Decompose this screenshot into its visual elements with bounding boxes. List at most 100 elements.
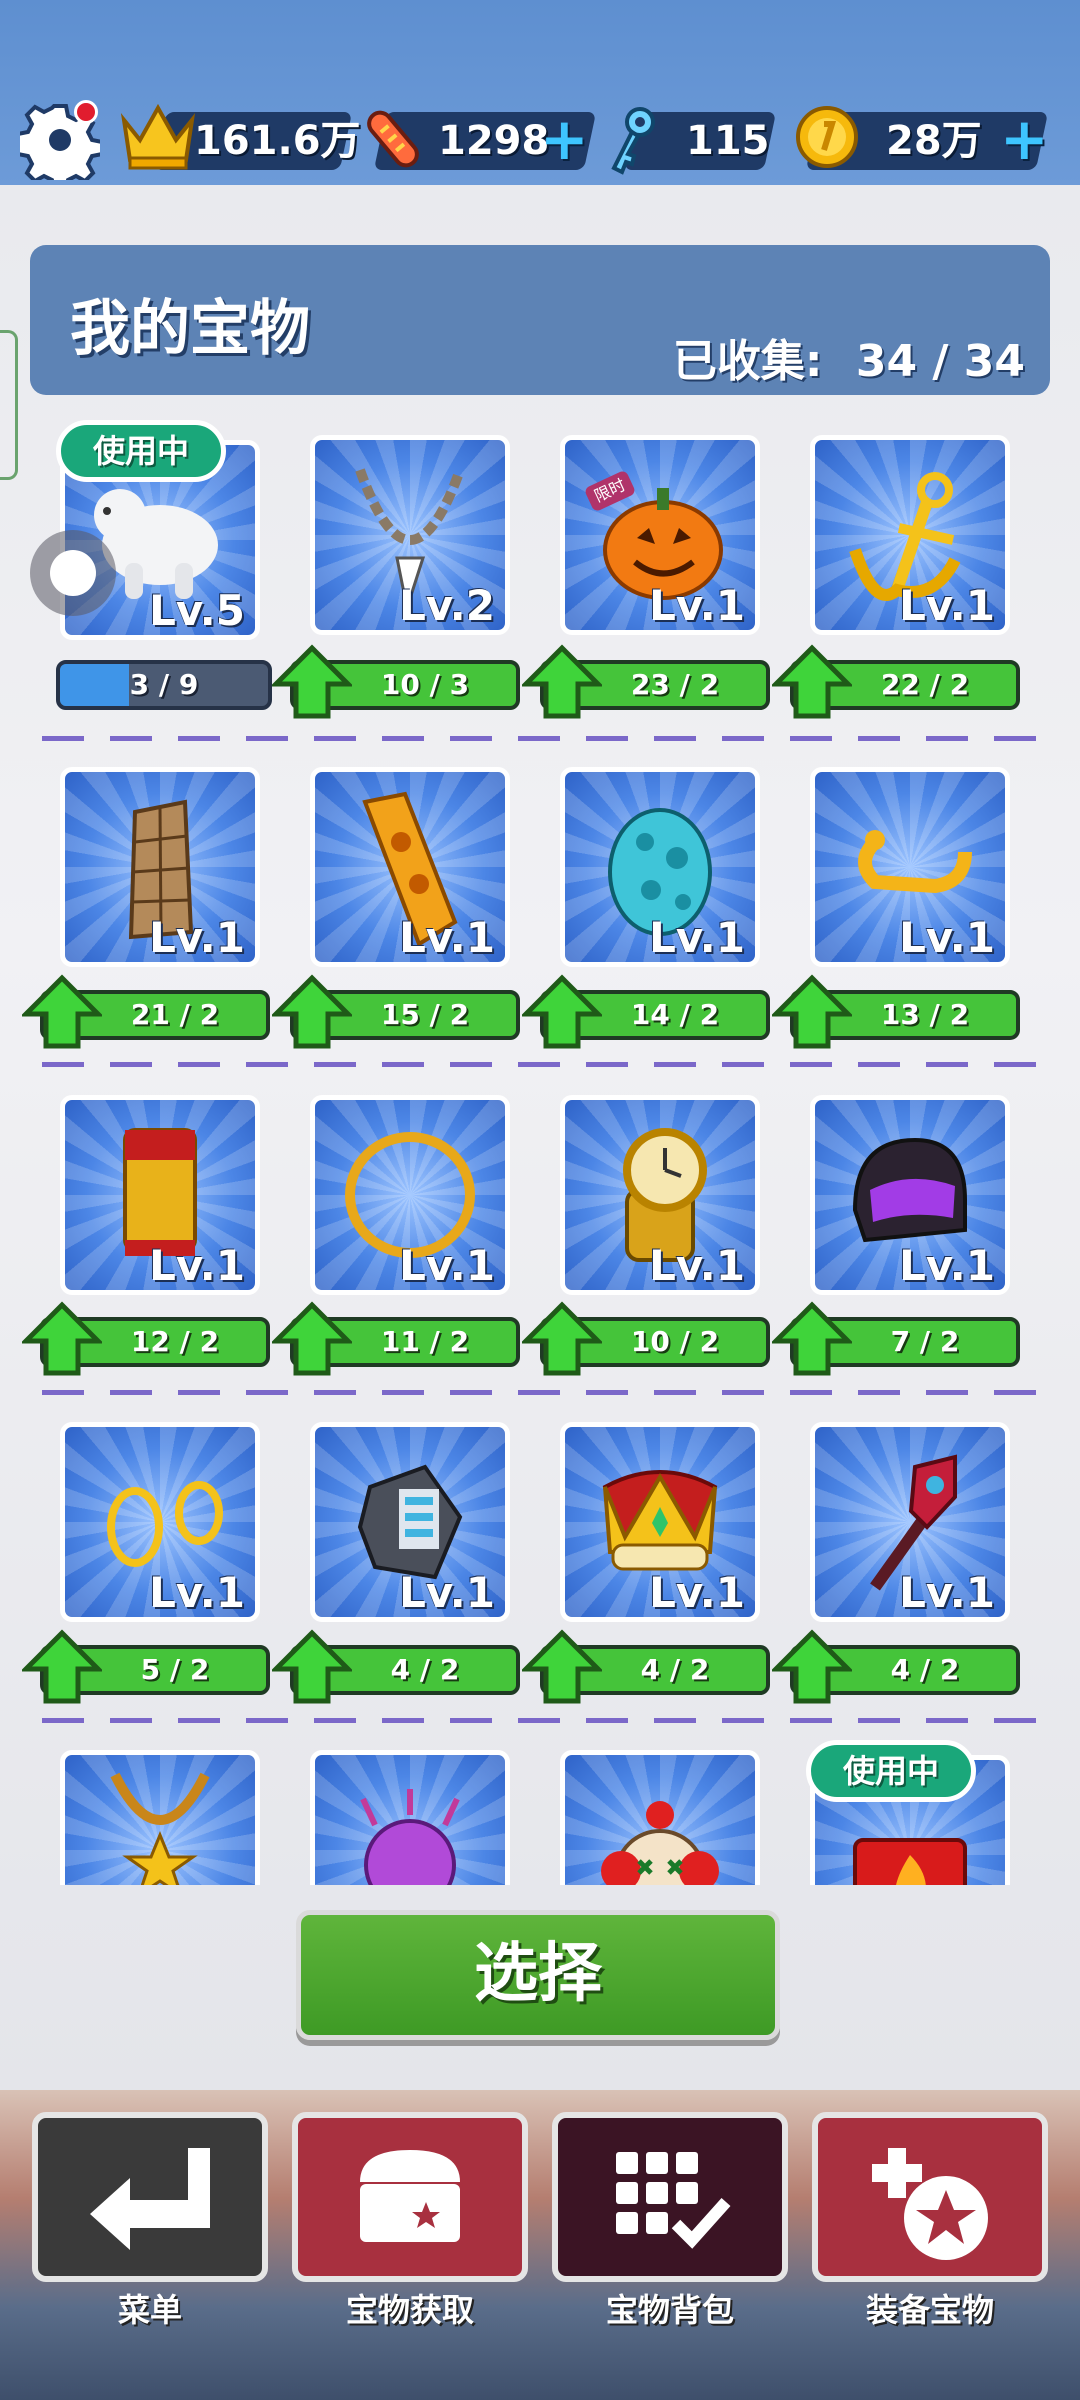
treasure-level: Lv.1 (149, 1241, 245, 1290)
upgrade-count: 10 / 2 (630, 1325, 720, 1358)
treasure-level: Lv.1 (649, 913, 745, 962)
treasure-level: Lv.1 (899, 1568, 995, 1617)
treasure-level: Lv.1 (649, 1568, 745, 1617)
upgrade-bar[interactable]: 13 / 2 (772, 974, 1020, 1049)
treasure-card-totem-board[interactable]: Lv.1 (310, 767, 510, 967)
treasure-card-golden-ring[interactable]: Lv.1 (310, 1095, 510, 1295)
row-divider (42, 736, 1042, 741)
nav-treasure-get-button[interactable] (292, 2112, 528, 2282)
treasure-level: Lv.5 (149, 586, 245, 635)
nav-treasure-bag-label: 宝物背包 (605, 2291, 734, 2329)
treasure-level: Lv.1 (899, 913, 995, 962)
treasure-level: Lv.1 (649, 1241, 745, 1290)
treasure-grid: Lv.5 使用中 3 / 9 Lv.2 10 / 3 限时 Lv.1 23 / … (0, 420, 1080, 1885)
progress-text: 3 / 9 (129, 668, 199, 701)
row-divider (42, 1062, 1042, 1067)
upgrade-bar[interactable]: 15 / 2 (272, 974, 520, 1049)
treasure-level: Lv.1 (399, 1568, 495, 1617)
chest-icon (360, 2150, 460, 2242)
treasure-level: Lv.2 (399, 581, 495, 630)
upgrade-count: 14 / 2 (630, 998, 720, 1031)
upgrade-bar[interactable]: 21 / 2 (22, 974, 270, 1049)
coin-value: 28万 (886, 118, 982, 164)
coin-icon (796, 106, 858, 168)
hoverboard-icon (367, 110, 419, 168)
treasure-progress: 3 / 9 (56, 660, 272, 710)
treasure-card-anchor[interactable]: Lv.1 (810, 435, 1010, 635)
upgrade-bar[interactable]: 11 / 2 (272, 1301, 520, 1376)
nav-treasure-get-label: 宝物获取 (345, 2291, 474, 2329)
select-button[interactable]: 选择 (296, 1910, 780, 2040)
upgrade-count: 22 / 2 (880, 668, 970, 701)
treasure-card-purple-plant[interactable] (310, 1750, 510, 1885)
nav-equip-treasure-button[interactable] (812, 2112, 1048, 2282)
upgrade-count: 5 / 2 (140, 1653, 210, 1686)
row-divider (42, 1718, 1042, 1723)
treasure-card-clown[interactable] (560, 1750, 760, 1885)
collected-count: 已收集: 34 / 34 (673, 325, 1025, 389)
board-value: 1298 (438, 118, 550, 164)
add-boards-button[interactable]: + (540, 110, 589, 168)
upgrade-bar[interactable]: 10 / 3 (272, 644, 520, 719)
upgrade-bar[interactable]: 22 / 2 (772, 644, 1020, 719)
upgrade-count: 15 / 2 (380, 998, 470, 1031)
treasure-level: Lv.1 (399, 913, 495, 962)
treasure-level: Lv.1 (149, 1568, 245, 1617)
upgrade-bar[interactable]: 23 / 2 (522, 644, 770, 719)
upgrade-count: 7 / 2 (890, 1325, 960, 1358)
treasure-level: Lv.1 (149, 913, 245, 962)
nav-equip-treasure-label: 装备宝物 (865, 2291, 994, 2329)
row-divider (42, 1390, 1042, 1395)
collected-value: 34 / 34 (855, 336, 1025, 387)
floating-assistant-button[interactable] (30, 530, 116, 616)
upgrade-count: 13 / 2 (880, 998, 970, 1031)
upgrade-bar[interactable]: 5 / 2 (22, 1629, 270, 1704)
star-necklace-icon (110, 1772, 210, 1885)
pot-star-icon (872, 2148, 988, 2260)
upgrade-bar[interactable]: 4 / 2 (272, 1629, 520, 1704)
treasure-card-gold-watch[interactable]: Lv.1 (560, 1095, 760, 1295)
settings-button[interactable] (16, 100, 104, 192)
page-title: 我的宝物 (70, 294, 310, 364)
treasure-card-magic-wand[interactable]: Lv.1 (810, 1422, 1010, 1622)
upgrade-count: 10 / 3 (380, 668, 470, 701)
treasure-level: Lv.1 (899, 581, 995, 630)
key-icon (611, 107, 655, 175)
upgrade-bar[interactable]: 12 / 2 (22, 1301, 270, 1376)
crown-icon (120, 103, 196, 170)
treasure-card-tooth-necklace[interactable]: Lv.2 (310, 435, 510, 635)
upgrade-count: 4 / 2 (890, 1653, 960, 1686)
treasure-card-tower[interactable]: Lv.1 (60, 767, 260, 967)
in-use-badge: 使用中 (806, 1740, 976, 1802)
treasure-card-tiki-drum[interactable]: Lv.1 (60, 1095, 260, 1295)
upgrade-bar[interactable]: 4 / 2 (522, 1629, 770, 1704)
in-use-badge: 使用中 (56, 420, 226, 482)
notification-dot (74, 100, 98, 124)
clown-icon (601, 1801, 719, 1885)
upgrade-count: 4 / 2 (640, 1653, 710, 1686)
treasure-card-robot-gadget[interactable]: Lv.1 (310, 1422, 510, 1622)
treasure-card-spotted-egg[interactable]: Lv.1 (560, 767, 760, 967)
treasure-card-crown[interactable]: Lv.1 (560, 1422, 760, 1622)
plant-icon (360, 1789, 460, 1885)
upgrade-bar[interactable]: 7 / 2 (772, 1301, 1020, 1376)
upgrade-count: 23 / 2 (630, 668, 720, 701)
upgrade-bar[interactable]: 4 / 2 (772, 1629, 1020, 1704)
upgrade-bar[interactable]: 10 / 2 (522, 1301, 770, 1376)
treasure-card-golden-horns[interactable]: Lv.1 (810, 767, 1010, 967)
treasure-card-star-necklace[interactable] (60, 1750, 260, 1885)
treasure-card-pumpkin[interactable]: 限时 Lv.1 (560, 435, 760, 635)
upgrade-count: 12 / 2 (130, 1325, 220, 1358)
key-value: 115 (686, 118, 770, 164)
upgrade-count: 11 / 2 (380, 1325, 470, 1358)
collected-label: 已收集: (672, 336, 823, 387)
upgrade-bar[interactable]: 14 / 2 (522, 974, 770, 1049)
treasure-level: Lv.1 (399, 1241, 495, 1290)
add-coins-button[interactable]: + (1000, 110, 1049, 168)
return-icon (90, 2148, 210, 2250)
nav-treasure-bag-button[interactable] (552, 2112, 788, 2282)
crown-value: 161.6万 (194, 118, 361, 164)
treasure-card-purple-helmet[interactable]: Lv.1 (810, 1095, 1010, 1295)
nav-menu-button[interactable] (32, 2112, 268, 2282)
treasure-card-gold-earrings[interactable]: Lv.1 (60, 1422, 260, 1622)
